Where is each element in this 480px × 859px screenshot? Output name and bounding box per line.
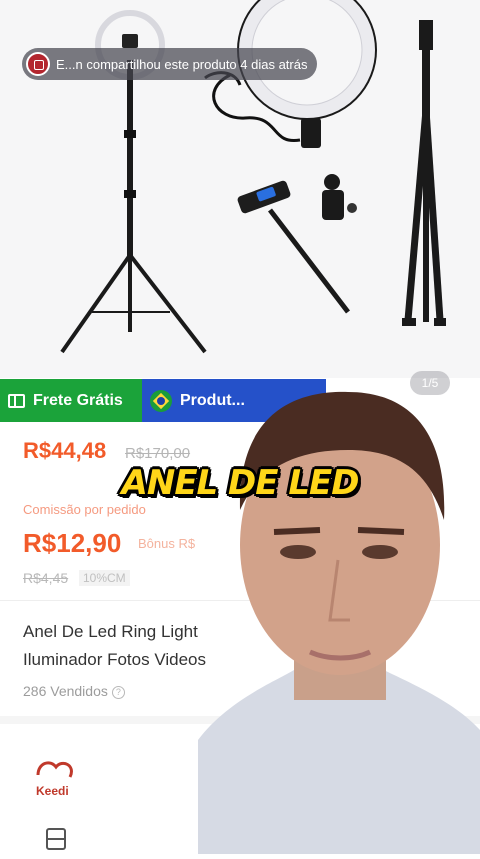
presenter-figure [198,391,480,854]
free-shipping-badge: Frete Grátis [0,379,142,422]
sold-count-text: 286 Vendidos [23,683,108,699]
product-title-line-1[interactable]: Anel De Led Ring Light [23,622,198,642]
seller-logo-mark: Keedi [36,761,73,798]
share-toast: E...n compartilhou este produto 4 dias a… [22,48,318,80]
commission-bonus: Bônus R$ [138,536,196,551]
sold-count: 286 Vendidos? [23,683,125,699]
layout-icon[interactable] [46,828,66,850]
sharer-avatar [26,52,50,76]
video-caption: ANEL DE LED [121,463,360,503]
commission-label: Comissão por pedido [23,502,146,517]
share-toast-text: E...n compartilhou este produto 4 dias a… [56,56,308,72]
product-title-line-2[interactable]: Iluminador Fotos Videos [23,650,206,670]
commission-value: R$12,90 [23,528,122,558]
seller-logo[interactable]: Keedi [32,757,78,799]
old-commission: R$4,45 [23,570,69,586]
commission-rate-badge: 10%CM [79,570,130,586]
free-shipping-label: Frete Grátis [33,391,123,409]
original-price: R$170,00 [125,445,191,462]
ticket-icon [8,393,25,408]
help-icon[interactable]: ? [111,686,125,699]
brazil-flag-icon [150,389,172,412]
current-price: R$44,48 [23,438,107,463]
presenter-video [198,380,480,854]
seller-logo-text: Keedi [36,784,69,798]
